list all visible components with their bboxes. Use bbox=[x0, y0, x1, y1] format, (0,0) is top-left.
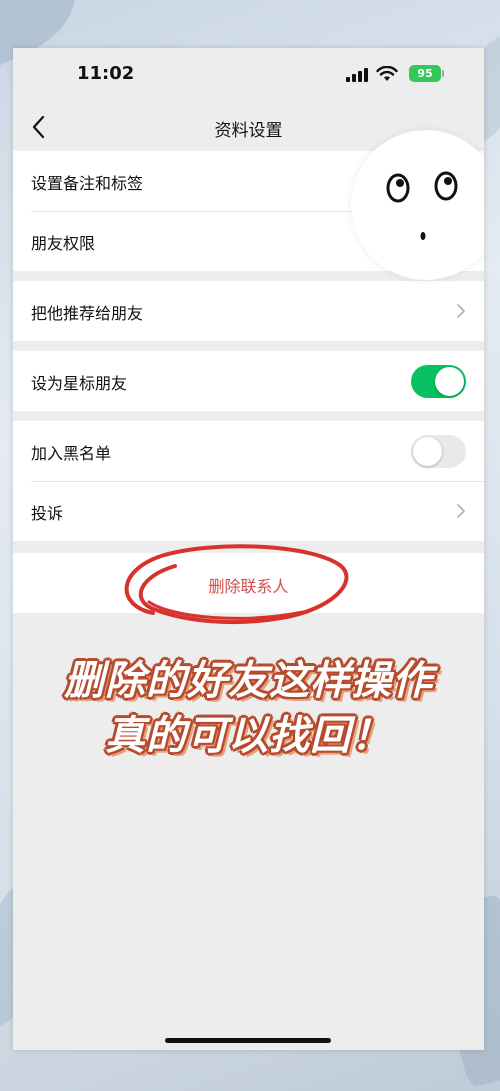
cell-complaint[interactable]: 投诉 bbox=[13, 481, 484, 541]
status-bar: 11:02 95 bbox=[13, 48, 484, 98]
cell-star-friend: 设为星标朋友 bbox=[13, 351, 484, 411]
star-friend-toggle[interactable] bbox=[411, 365, 466, 398]
cell-label: 把他推荐给朋友 bbox=[31, 304, 144, 323]
battery-icon: 95 bbox=[409, 65, 441, 82]
overlay-headline-line2: 真的可以找回！ bbox=[105, 713, 392, 759]
chevron-right-icon bbox=[457, 304, 465, 318]
phone-screen: 11:02 95 资料设置 设置备注和标签 朋友权限 把他推荐给朋友 设为星标朋… bbox=[13, 48, 484, 1050]
toggle-knob bbox=[435, 367, 464, 396]
settings-group: 设为星标朋友 bbox=[13, 351, 484, 411]
cell-label: 加入黑名单 bbox=[31, 444, 112, 463]
settings-group: 加入黑名单 投诉 bbox=[13, 421, 484, 541]
status-time: 11:02 bbox=[77, 63, 135, 84]
cell-blacklist: 加入黑名单 bbox=[13, 421, 484, 481]
cell-recommend-to-friend[interactable]: 把他推荐给朋友 bbox=[13, 281, 484, 341]
cell-label: 朋友权限 bbox=[31, 234, 96, 253]
battery-nub bbox=[442, 70, 444, 77]
overlay-headline-line1: 删除的好友这样操作 bbox=[64, 658, 433, 704]
cell-label: 投诉 bbox=[31, 504, 64, 523]
cellular-signal-icon bbox=[346, 68, 368, 82]
settings-group: 把他推荐给朋友 bbox=[13, 281, 484, 341]
home-indicator[interactable] bbox=[165, 1038, 331, 1043]
blacklist-toggle[interactable] bbox=[411, 435, 466, 468]
cell-label: 设置备注和标签 bbox=[31, 174, 144, 193]
toggle-knob bbox=[413, 437, 442, 466]
cell-label: 设为星标朋友 bbox=[31, 374, 128, 393]
wifi-icon bbox=[376, 66, 398, 81]
red-circle-annotation bbox=[124, 544, 349, 625]
chevron-right-icon bbox=[457, 504, 465, 518]
surprised-face-sticker bbox=[351, 130, 484, 280]
surprised-face-icon bbox=[386, 171, 458, 240]
